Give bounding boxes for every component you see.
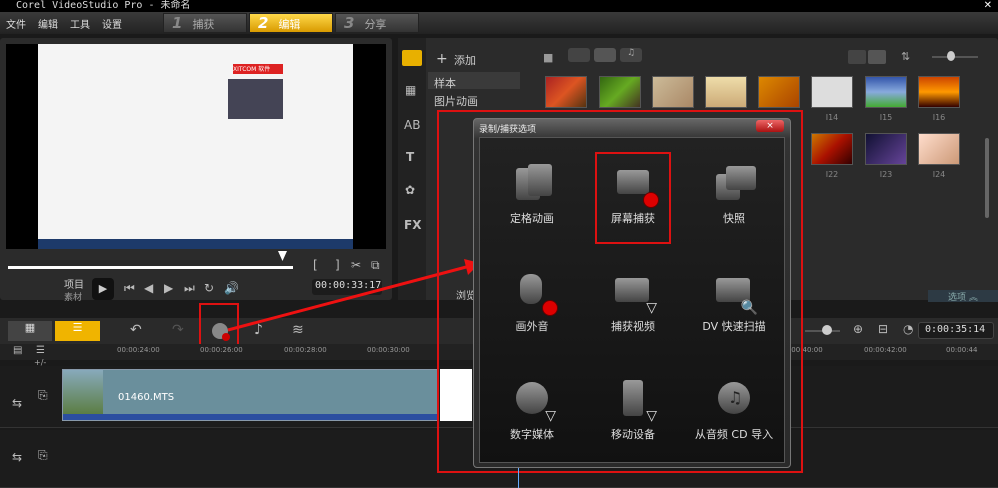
audio-cd-icon: ♫ — [712, 380, 756, 420]
snapshot-icon — [712, 164, 756, 204]
screen-capture-icon — [611, 164, 659, 208]
camcorder-icon: ▽ — [611, 272, 657, 316]
option-mobile-device[interactable]: ▽ 移动设备 — [583, 354, 683, 454]
option-label: DV 快速扫描 — [702, 320, 766, 333]
option-snapshot[interactable]: 快照 — [684, 138, 784, 238]
dialog-close-button[interactable]: × — [756, 120, 784, 132]
option-label: 画外音 — [515, 320, 549, 333]
option-dv-quick-scan[interactable]: 🔍 DV 快速扫描 — [684, 246, 784, 346]
option-screen-capture[interactable]: 屏幕捕获 — [595, 152, 671, 244]
close-icon: × — [766, 121, 774, 131]
option-stop-motion[interactable]: 定格动画 — [482, 138, 582, 238]
option-label: 移动设备 — [611, 428, 655, 441]
option-label: 从音频 CD 导入 — [694, 428, 774, 441]
option-label: 屏幕捕获 — [611, 212, 655, 225]
option-label: 捕获视频 — [611, 320, 655, 333]
option-label: 快照 — [723, 212, 745, 225]
option-import-audio-cd[interactable]: ♫ 从音频 CD 导入 — [684, 354, 784, 454]
option-label: 定格动画 — [510, 212, 554, 225]
capture-options-dialog: 录制/捕获选项 × 定格动画 屏幕捕获 快照 画外音 ▽ 捕获视频 🔍 DV 快速扫… — [473, 118, 791, 468]
mobile-device-icon: ▽ — [611, 380, 657, 424]
option-label: 数字媒体 — [510, 428, 554, 441]
microphone-icon — [510, 272, 558, 316]
option-digital-media[interactable]: ▽ 数字媒体 — [482, 354, 582, 454]
disc-icon: ▽ — [510, 380, 556, 424]
stop-motion-icon — [510, 164, 554, 204]
playhead[interactable] — [518, 468, 519, 488]
option-voice-over[interactable]: 画外音 — [482, 246, 582, 346]
dialog-title: 录制/捕获选项 — [479, 125, 537, 135]
option-capture-video[interactable]: ▽ 捕获视频 — [583, 246, 683, 346]
dv-scan-icon: 🔍 — [712, 272, 758, 316]
